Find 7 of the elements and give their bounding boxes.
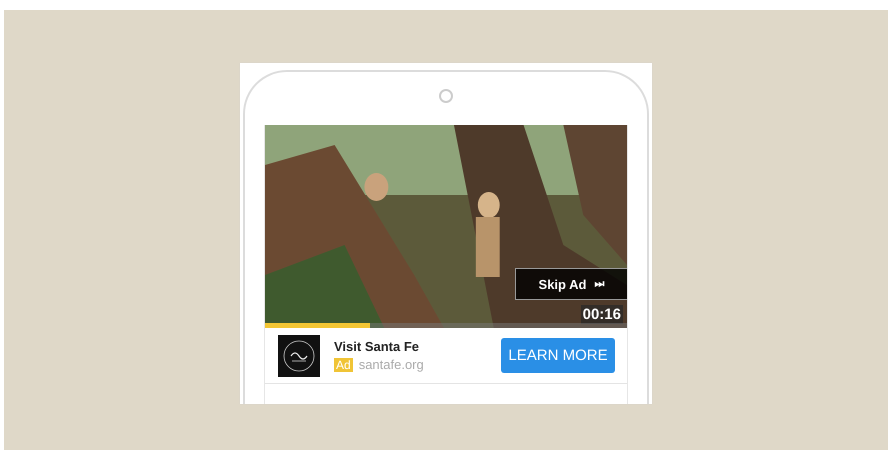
- ad-timer: 00:16: [580, 305, 623, 324]
- camera-icon: [439, 88, 453, 102]
- ad-title: Visit Santa Fe: [334, 339, 420, 354]
- ad-badge: Ad: [334, 358, 353, 372]
- ad-domain: santafe.org: [358, 357, 424, 372]
- logo-icon: [278, 334, 320, 376]
- skip-ad-button[interactable]: Skip Ad ⏭: [515, 268, 627, 300]
